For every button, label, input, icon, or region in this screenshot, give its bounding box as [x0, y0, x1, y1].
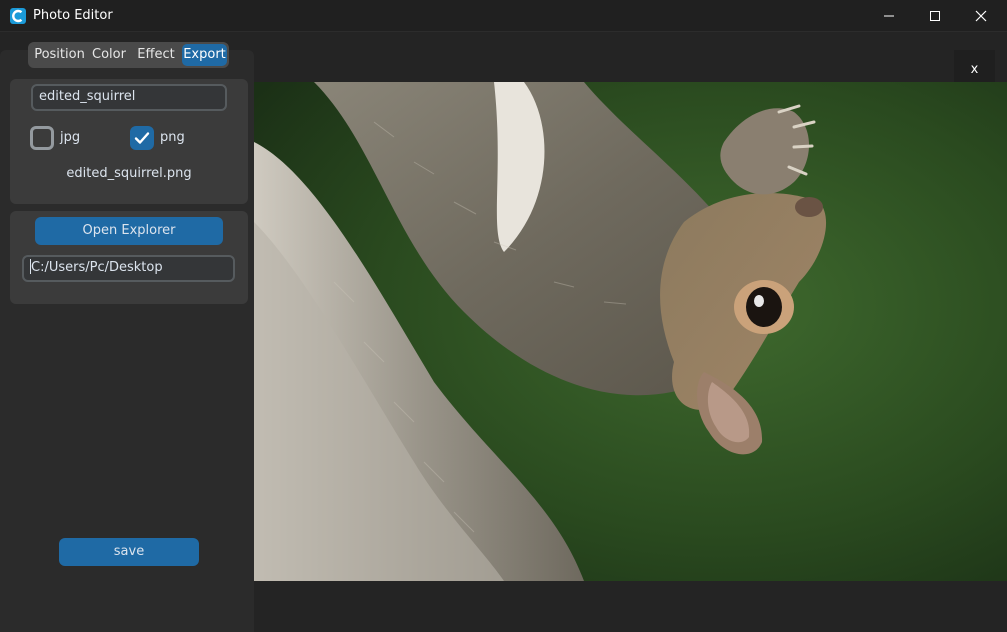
jpg-checkbox[interactable] — [30, 126, 54, 150]
image-canvas[interactable] — [254, 82, 1007, 581]
checkmark-icon — [134, 132, 150, 144]
window-title: Photo Editor — [33, 8, 113, 23]
text-caret — [30, 259, 31, 274]
output-filename-label: edited_squirrel.png — [66, 166, 192, 181]
tab-bar: Position Color Effect Export — [28, 42, 229, 68]
path-input[interactable]: C:/Users/Pc/Desktop — [22, 255, 235, 282]
tab-effect[interactable]: Effect — [132, 44, 180, 66]
jpg-label[interactable]: jpg — [60, 130, 80, 145]
path-input-value: C:/Users/Pc/Desktop — [31, 260, 163, 275]
tab-position[interactable]: Position — [31, 44, 88, 66]
png-label[interactable]: png — [160, 130, 185, 145]
filename-input[interactable]: edited_squirrel — [31, 84, 227, 111]
app-logo-icon — [10, 8, 26, 24]
maximize-icon — [930, 11, 940, 21]
export-path-frame: Open Explorer C:/Users/Pc/Desktop — [10, 211, 248, 304]
open-explorer-button[interactable]: Open Explorer — [35, 217, 223, 245]
close-icon — [975, 10, 987, 22]
export-settings-frame: edited_squirrel jpg png edited_squirrel.… — [10, 79, 248, 204]
tab-export[interactable]: Export — [182, 44, 227, 66]
squirrel-photo — [254, 82, 1007, 581]
png-checkbox[interactable] — [130, 126, 154, 150]
app-window: Photo Editor Position Color Effect Expor… — [0, 0, 1007, 632]
minimize-button[interactable] — [866, 0, 912, 32]
maximize-button[interactable] — [912, 0, 958, 32]
title-bar: Photo Editor — [0, 0, 1007, 32]
minimize-icon — [884, 15, 894, 17]
close-window-button[interactable] — [958, 0, 1004, 32]
save-button[interactable]: save — [59, 538, 199, 566]
tab-color[interactable]: Color — [89, 44, 129, 66]
